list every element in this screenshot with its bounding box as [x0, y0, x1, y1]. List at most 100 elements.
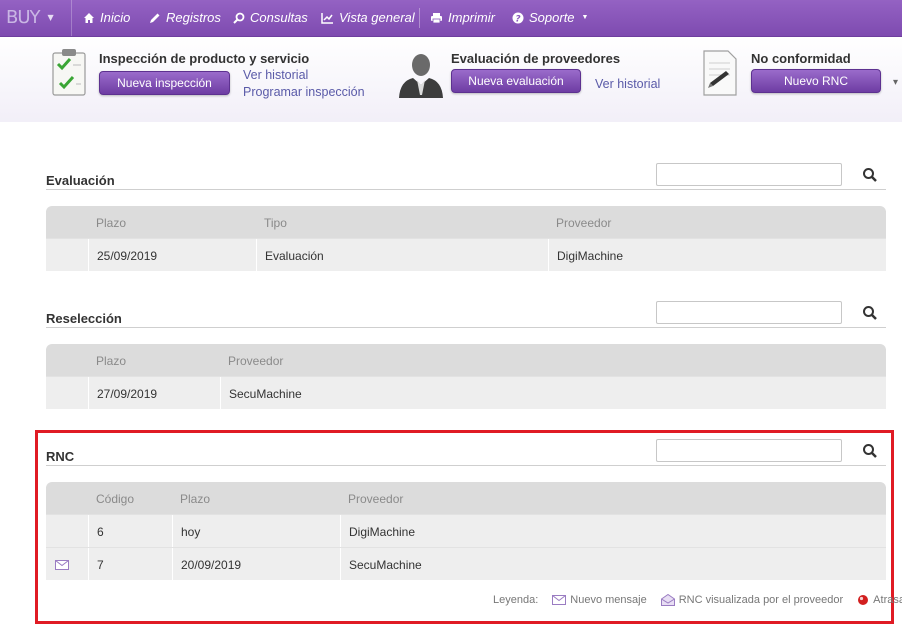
inspection-history-link[interactable]: Ver historial: [243, 68, 308, 82]
cell-codigo: 7: [97, 558, 104, 572]
table-row[interactable]: 25/09/2019 Evaluación DigiMachine: [46, 238, 886, 272]
table-header: Código Plazo Proveedor: [46, 482, 886, 514]
nav-item-vista-general[interactable]: Vista general: [321, 10, 415, 25]
more-chevron-icon[interactable]: ▾: [893, 77, 898, 88]
column-header[interactable]: Plazo: [180, 492, 210, 506]
envelope-icon: [552, 595, 567, 605]
pencil-icon: [150, 13, 160, 23]
cell-proveedor: DigiMachine: [349, 525, 416, 539]
reseleccion-search-input[interactable]: [656, 301, 842, 324]
cell-divider: [88, 515, 89, 548]
search-icon[interactable]: [861, 442, 879, 460]
column-header[interactable]: Proveedor: [228, 354, 283, 368]
new-rnc-button[interactable]: Nuevo RNC: [751, 69, 881, 93]
cell-plazo: hoy: [181, 525, 201, 539]
search-icon: [233, 12, 245, 24]
cell-proveedor: SecuMachine: [229, 387, 302, 401]
nav-item-consultas[interactable]: Consultas: [233, 10, 308, 25]
cell-plazo: 25/09/2019: [97, 249, 158, 263]
cell-divider: [256, 239, 257, 272]
legend-label: Leyenda:: [493, 594, 539, 606]
supplier-avatar-icon: [399, 54, 443, 98]
legend-viewed: RNC visualizada por el proveedor: [678, 594, 844, 606]
nav-item-label: Registros: [166, 10, 221, 25]
new-evaluation-button[interactable]: Nueva evaluación: [451, 69, 581, 93]
chevron-down-icon: ▼: [47, 13, 54, 22]
divider: [71, 0, 72, 36]
nav-item-label: Imprimir: [448, 10, 495, 25]
evaluation-history-link[interactable]: Ver historial: [595, 77, 660, 91]
section-title-rnc: RNC: [46, 449, 75, 464]
section-divider: [46, 327, 886, 328]
top-navbar: BUY ▼ Inicio Registros Consultas Vista g…: [0, 0, 902, 36]
home-icon: [84, 12, 94, 23]
search-icon[interactable]: [861, 166, 879, 184]
divider: [419, 8, 420, 28]
cell-divider: [548, 239, 549, 272]
new-inspection-button[interactable]: Nueva inspección: [99, 71, 230, 95]
nav-item-label: Soporte: [529, 10, 575, 25]
cell-divider: [220, 377, 221, 410]
help-circle-icon: ?: [512, 12, 524, 24]
nav-item-label: Inicio: [100, 10, 131, 25]
inspection-title: Inspección de producto y servicio: [99, 51, 310, 66]
section-title-evaluacion: Evaluación: [46, 173, 115, 188]
cell-proveedor: SecuMachine: [349, 558, 422, 572]
column-header[interactable]: Plazo: [96, 216, 126, 230]
brand-logo: BUY: [6, 7, 41, 28]
late-dot-icon: [858, 595, 869, 605]
column-header[interactable]: Plazo: [96, 354, 126, 368]
cell-codigo: 6: [97, 525, 104, 539]
table-header: Plazo Tipo Proveedor: [46, 206, 886, 238]
table-header: Plazo Proveedor: [46, 344, 886, 376]
legend-new-message: Nuevo mensaje: [570, 594, 647, 606]
cell-divider: [88, 548, 89, 581]
column-header[interactable]: Proveedor: [348, 492, 403, 506]
evaluacion-table: Plazo Tipo Proveedor 25/09/2019 Evaluaci…: [46, 206, 886, 272]
nav-item-registros[interactable]: Registros: [149, 10, 221, 25]
document-pen-icon: [703, 50, 737, 96]
nav-item-imprimir[interactable]: Imprimir: [430, 10, 495, 25]
column-header[interactable]: Código: [96, 492, 134, 506]
rnc-search-input[interactable]: [656, 439, 842, 462]
nav-item-label: Consultas: [250, 10, 308, 25]
rnc-table: Código Plazo Proveedor 6 hoy DigiMachine…: [46, 482, 886, 581]
evaluacion-search-input[interactable]: [656, 163, 842, 186]
envelope-open-icon: [660, 594, 675, 606]
legend-late: Atrasado: [873, 594, 902, 606]
brand-menu[interactable]: BUY ▼: [6, 7, 54, 28]
cell-divider: [88, 239, 89, 272]
cell-proveedor: DigiMachine: [557, 249, 624, 263]
chevron-down-icon: ▼: [581, 14, 589, 21]
table-row[interactable]: 6 hoy DigiMachine: [46, 514, 886, 548]
cell-divider: [340, 515, 341, 548]
cell-divider: [172, 548, 173, 581]
section-divider: [46, 465, 886, 466]
shortcut-panel: Inspección de producto y servicio Nueva …: [0, 36, 902, 122]
line-chart-icon: [321, 12, 333, 24]
supplier-eval-title: Evaluación de proveedores: [451, 51, 621, 66]
cell-divider: [88, 377, 89, 410]
nav-item-inicio[interactable]: Inicio: [83, 10, 130, 25]
nav-item-soporte[interactable]: ? Soporte ▼: [512, 10, 588, 25]
nav-item-label: Vista general: [339, 10, 415, 25]
cell-plazo: 27/09/2019: [97, 387, 158, 401]
cell-plazo: 20/09/2019: [181, 558, 242, 572]
svg-text:?: ?: [515, 14, 520, 24]
cell-tipo: Evaluación: [265, 249, 324, 263]
envelope-icon[interactable]: [55, 560, 69, 570]
reseleccion-table: Plazo Proveedor 27/09/2019 SecuMachine: [46, 344, 886, 410]
table-row[interactable]: 27/09/2019 SecuMachine: [46, 376, 886, 410]
legend: Leyenda: Nuevo mensaje RNC visualizada p…: [493, 594, 902, 606]
printer-icon: [431, 12, 442, 23]
cell-divider: [172, 515, 173, 548]
clipboard-checklist-icon: [52, 49, 86, 96]
cell-divider: [340, 548, 341, 581]
table-row[interactable]: 7 20/09/2019 SecuMachine: [46, 547, 886, 581]
schedule-inspection-link[interactable]: Programar inspección: [243, 85, 365, 99]
nonconformity-title: No conformidad: [751, 51, 851, 66]
column-header[interactable]: Proveedor: [556, 216, 611, 230]
column-header[interactable]: Tipo: [264, 216, 287, 230]
search-icon[interactable]: [861, 304, 879, 322]
section-title-reseleccion: Reselección: [46, 311, 122, 326]
